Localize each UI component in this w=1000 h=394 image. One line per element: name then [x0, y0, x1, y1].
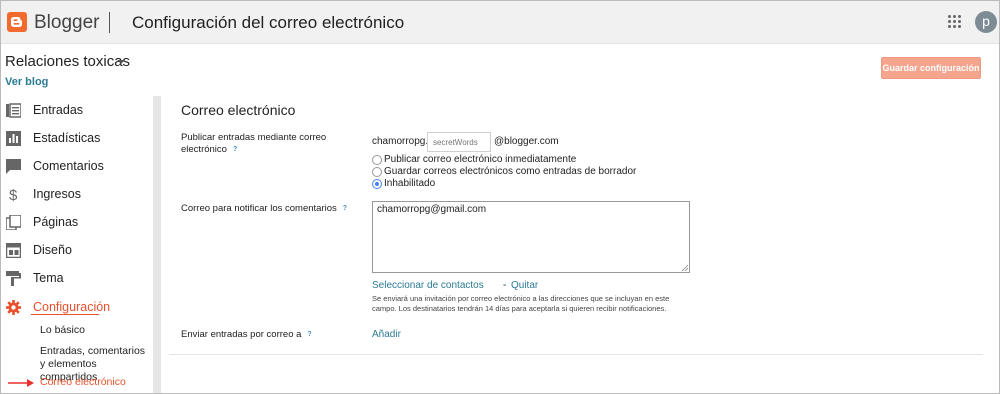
sidebar-item-comentarios[interactable]: Comentarios	[1, 155, 151, 179]
sidebar-item-label: Diseño	[33, 243, 72, 257]
pages-icon	[6, 215, 21, 230]
sidebar-item-entradas[interactable]: Entradas	[1, 99, 151, 123]
email-posts-to-label-text: Enviar entradas por correo a	[181, 329, 302, 340]
radio-button[interactable]	[372, 167, 382, 177]
blogger-logo-icon[interactable]	[7, 12, 27, 32]
sidebar-item-configuracion[interactable]: Configuración	[1, 296, 151, 320]
sidebar-item-label: Tema	[33, 271, 64, 285]
stats-icon	[6, 131, 21, 146]
dollar-icon: $	[9, 187, 18, 202]
active-underline	[31, 314, 99, 315]
comments-icon	[6, 159, 21, 174]
sidebar-item-ingresos[interactable]: $ Ingresos	[1, 183, 151, 207]
invitation-note: Se enviará una invitación por correo ele…	[372, 294, 670, 313]
radio-label: Guardar correos electrónicos como entrad…	[384, 166, 637, 177]
section-title: Correo electrónico	[181, 102, 296, 118]
sidebar-subitem-basics[interactable]: Lo básico	[40, 324, 85, 337]
sidebar-item-label: Configuración	[33, 300, 111, 314]
comment-notify-label-text: Correo para notificar los comentarios	[181, 203, 337, 214]
page-title: Configuración del correo electrónico	[132, 13, 405, 32]
post-by-email-label-text: Publicar entradas mediante correo electr…	[181, 132, 327, 155]
view-blog-link[interactable]: Ver blog	[5, 76, 48, 88]
sidebar-item-label: Estadísticas	[33, 131, 101, 145]
post-by-email-label: Publicar entradas mediante correo electr…	[181, 132, 341, 156]
add-link[interactable]: Añadir	[372, 329, 401, 340]
avatar[interactable]: p	[975, 11, 997, 33]
email-prefix: chamorropg.	[372, 136, 429, 147]
secret-words-input[interactable]	[427, 132, 491, 152]
link-separator: -	[503, 280, 507, 291]
sidebar-item-diseno[interactable]: Diseño	[1, 239, 151, 263]
comment-notify-email-field[interactable]: chamorropg@gmail.com	[372, 201, 690, 273]
gear-icon	[6, 300, 21, 315]
help-icon[interactable]: ?	[343, 203, 347, 215]
email-posts-to-label: Enviar entradas por correo a?	[181, 329, 361, 341]
posts-icon	[6, 103, 21, 118]
help-icon[interactable]: ?	[233, 144, 237, 156]
resize-handle-icon[interactable]	[681, 264, 688, 271]
layout-icon	[6, 243, 21, 258]
radio-label: Inhabilitado	[384, 178, 436, 189]
sidebar-subitem-email[interactable]: Correo electrónico	[40, 376, 126, 389]
radio-button[interactable]	[372, 155, 382, 165]
sidebar-item-label: Entradas	[33, 103, 84, 117]
svg-text:$: $	[9, 187, 18, 202]
sidebar-item-label: Páginas	[33, 215, 79, 229]
radio-button-selected[interactable]	[372, 179, 382, 189]
sidebar-scrollbar[interactable]	[153, 96, 161, 393]
brand-name: Blogger	[34, 12, 100, 33]
arrow-right-icon	[8, 379, 34, 387]
help-icon[interactable]: ?	[307, 329, 311, 341]
header-divider	[109, 12, 110, 33]
apps-grid-icon[interactable]	[948, 15, 962, 29]
theme-icon	[6, 271, 21, 286]
sidebar-item-estadisticas[interactable]: Estadísticas	[1, 127, 151, 151]
radio-label: Publicar correo electrónico inmediatamen…	[384, 154, 577, 165]
remove-link[interactable]: Quitar	[511, 280, 538, 291]
select-contacts-link[interactable]: Seleccionar de contactos	[372, 280, 484, 291]
comment-notify-label: Correo para notificar los comentarios?	[181, 203, 361, 215]
sidebar-item-label: Ingresos	[33, 187, 81, 201]
email-suffix: @blogger.com	[494, 136, 559, 147]
sidebar-item-label: Comentarios	[33, 159, 104, 173]
sidebar-item-tema[interactable]: Tema	[1, 267, 151, 291]
blog-selector[interactable]: Relaciones toxicas	[5, 53, 130, 70]
caret-down-icon[interactable]	[117, 60, 125, 64]
save-settings-button[interactable]: Guardar configuración	[881, 57, 981, 79]
top-bar: Blogger Configuración del correo electró…	[1, 1, 999, 44]
sidebar-item-paginas[interactable]: Páginas	[1, 211, 151, 235]
app-window: Blogger Configuración del correo electró…	[0, 0, 1000, 394]
section-divider	[169, 354, 983, 355]
